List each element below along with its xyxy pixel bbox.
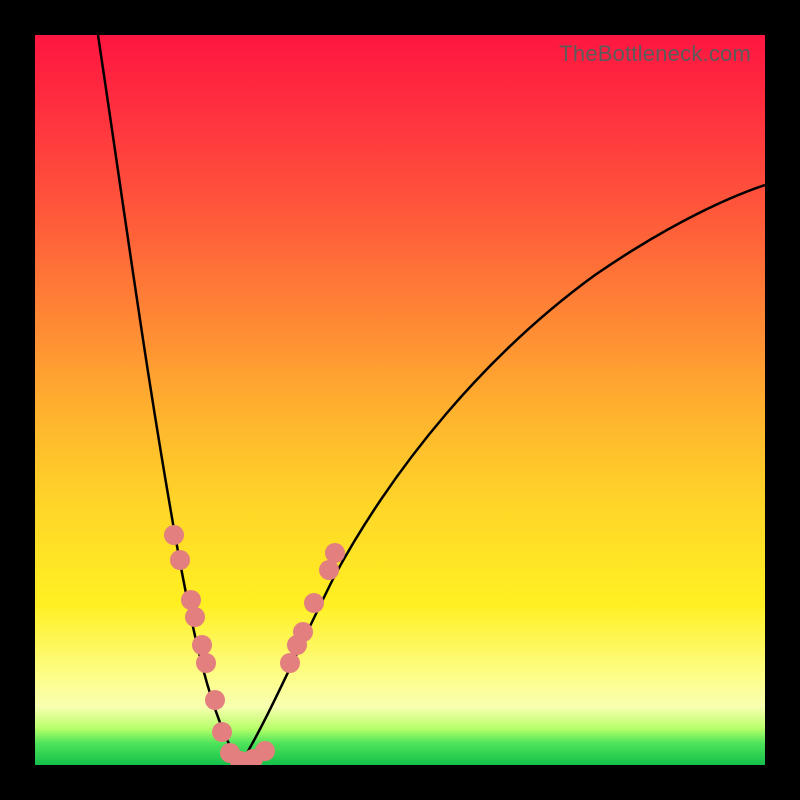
curve-left-branch — [98, 35, 240, 765]
plot-area: TheBottleneck.com — [35, 35, 765, 765]
scatter-points — [164, 525, 345, 765]
scatter-point — [205, 690, 225, 710]
scatter-point — [325, 543, 345, 563]
chart-container: TheBottleneck.com — [0, 0, 800, 800]
scatter-point — [319, 560, 339, 580]
scatter-point — [212, 722, 232, 742]
scatter-point — [196, 653, 216, 673]
scatter-point — [280, 653, 300, 673]
curve-svg — [35, 35, 765, 765]
scatter-point — [170, 550, 190, 570]
scatter-point — [255, 741, 275, 761]
curve-right-branch — [240, 185, 765, 765]
scatter-point — [293, 622, 313, 642]
scatter-point — [181, 590, 201, 610]
scatter-point — [304, 593, 324, 613]
scatter-point — [192, 635, 212, 655]
scatter-point — [185, 607, 205, 627]
scatter-point — [164, 525, 184, 545]
